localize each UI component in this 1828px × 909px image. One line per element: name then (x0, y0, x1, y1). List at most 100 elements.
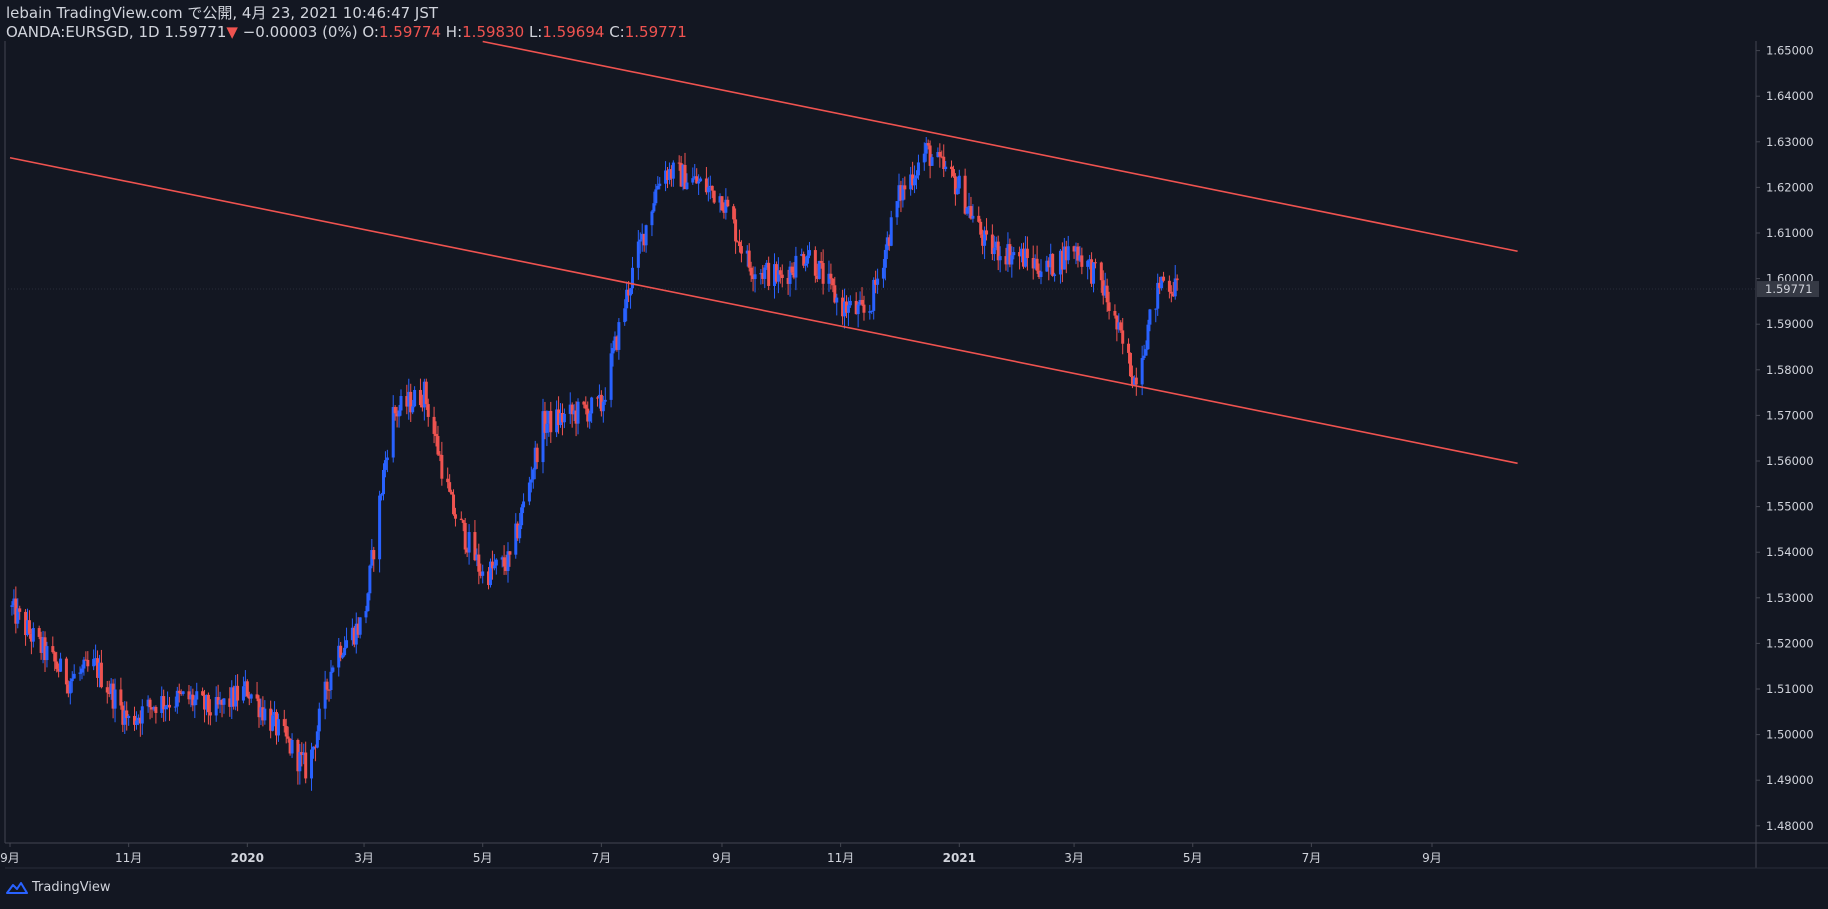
candle-body (767, 262, 771, 286)
candle-body (1099, 262, 1103, 281)
price-tick-label: 1.59000 (1766, 317, 1814, 331)
trendlines-layer[interactable] (9, 40, 1518, 465)
candle-body (1146, 324, 1150, 350)
candle-body (463, 522, 467, 550)
candle-body (922, 153, 926, 163)
candle-body (193, 699, 197, 706)
candle-body (998, 256, 1002, 261)
candle-body (341, 655, 345, 658)
candle-body (985, 230, 989, 235)
upper-channel-line (482, 40, 1518, 253)
candle-body (127, 715, 131, 719)
candle-body (82, 659, 86, 669)
candle-body (527, 482, 531, 502)
candle-body (903, 185, 907, 190)
candle-body (329, 671, 333, 691)
price-chart[interactable]: 1.650001.640001.630001.620001.610001.600… (0, 0, 1828, 909)
candle-body (453, 514, 457, 519)
candle-body (154, 706, 158, 714)
candle-body (113, 689, 117, 709)
candle-body (413, 389, 417, 407)
candle-body (140, 706, 144, 724)
candle-body (636, 241, 640, 268)
candle-body (1039, 271, 1043, 278)
candle-body (168, 704, 172, 708)
candle-body (310, 749, 314, 779)
candle-body (806, 255, 810, 264)
candle-body (1105, 285, 1109, 303)
price-axis[interactable]: 1.650001.640001.630001.620001.610001.600… (1756, 44, 1814, 833)
time-tick-label: 7月 (592, 851, 612, 865)
candle-body (955, 188, 959, 195)
candle-body (397, 410, 401, 417)
candle-body (461, 520, 465, 523)
candle-body (1169, 291, 1173, 294)
price-tick-label: 1.57000 (1766, 408, 1814, 422)
candle-body (883, 249, 887, 268)
candle-body (345, 640, 349, 648)
candle-body (950, 166, 954, 170)
candle-body (629, 288, 633, 296)
candle-body (448, 482, 452, 492)
candle-body (881, 267, 885, 279)
candle-body (654, 189, 658, 204)
candle-body (1148, 309, 1152, 325)
candle-body (1025, 248, 1029, 259)
time-tick-label: 5月 (473, 851, 493, 865)
candle-body (31, 628, 35, 642)
candle-body (1093, 262, 1097, 264)
candle-body (747, 250, 751, 268)
candle-body (502, 557, 506, 567)
candle-body (331, 667, 335, 672)
candle-body (763, 267, 767, 279)
candle-body (1010, 255, 1014, 265)
candle-body (697, 181, 701, 184)
candle-body (804, 263, 808, 266)
candle-body (739, 246, 743, 254)
candle-body (1119, 322, 1123, 331)
candle-body (938, 151, 942, 157)
candle-body (201, 691, 205, 696)
candle-body (588, 413, 592, 422)
candle-body (37, 628, 41, 637)
candle-body (915, 175, 919, 179)
price-tick-label: 1.49000 (1766, 773, 1814, 787)
price-tick-label: 1.61000 (1766, 226, 1814, 240)
candle-body (819, 260, 823, 263)
price-tick-label: 1.55000 (1766, 500, 1814, 514)
candle-body (325, 681, 329, 690)
time-axis[interactable]: 9月 11月 2020 3月 5月 7月 9月 11月 2021 3月 5月 7月 9月 (0, 843, 1442, 865)
candle-body (59, 658, 63, 672)
candle-body (45, 646, 49, 661)
candle-body (870, 310, 874, 312)
candle-body (380, 494, 384, 496)
candle-body (831, 278, 835, 286)
candle-body (134, 720, 138, 725)
price-tick-label: 1.51000 (1766, 682, 1814, 696)
footer-brand[interactable]: TradingView (6, 880, 111, 895)
time-tick-label: 9月 (712, 851, 732, 865)
time-tick-label: 2021 (943, 851, 976, 865)
candle-body (263, 708, 267, 721)
candle-body (644, 225, 648, 246)
price-tick-label: 1.52000 (1766, 636, 1814, 650)
candle-body (531, 469, 535, 480)
candle-body (913, 178, 917, 186)
price-tick-label: 1.63000 (1766, 135, 1814, 149)
time-tick-label: 9月 (0, 851, 20, 865)
candle-body (477, 554, 481, 572)
price-tick-label: 1.53000 (1766, 591, 1814, 605)
candle-body (737, 241, 741, 247)
time-tick-label: 2020 (231, 851, 264, 865)
candle-body (286, 736, 290, 739)
candle-body (70, 678, 74, 682)
candle-body (518, 525, 522, 539)
candle-body (529, 479, 533, 483)
candle-body (720, 196, 724, 211)
candle-body (848, 300, 852, 306)
candle-body (99, 662, 103, 688)
price-tick-label: 1.54000 (1766, 545, 1814, 559)
candle-body (590, 397, 594, 414)
lower-channel-line (9, 156, 1518, 465)
candle-body (1035, 258, 1039, 271)
